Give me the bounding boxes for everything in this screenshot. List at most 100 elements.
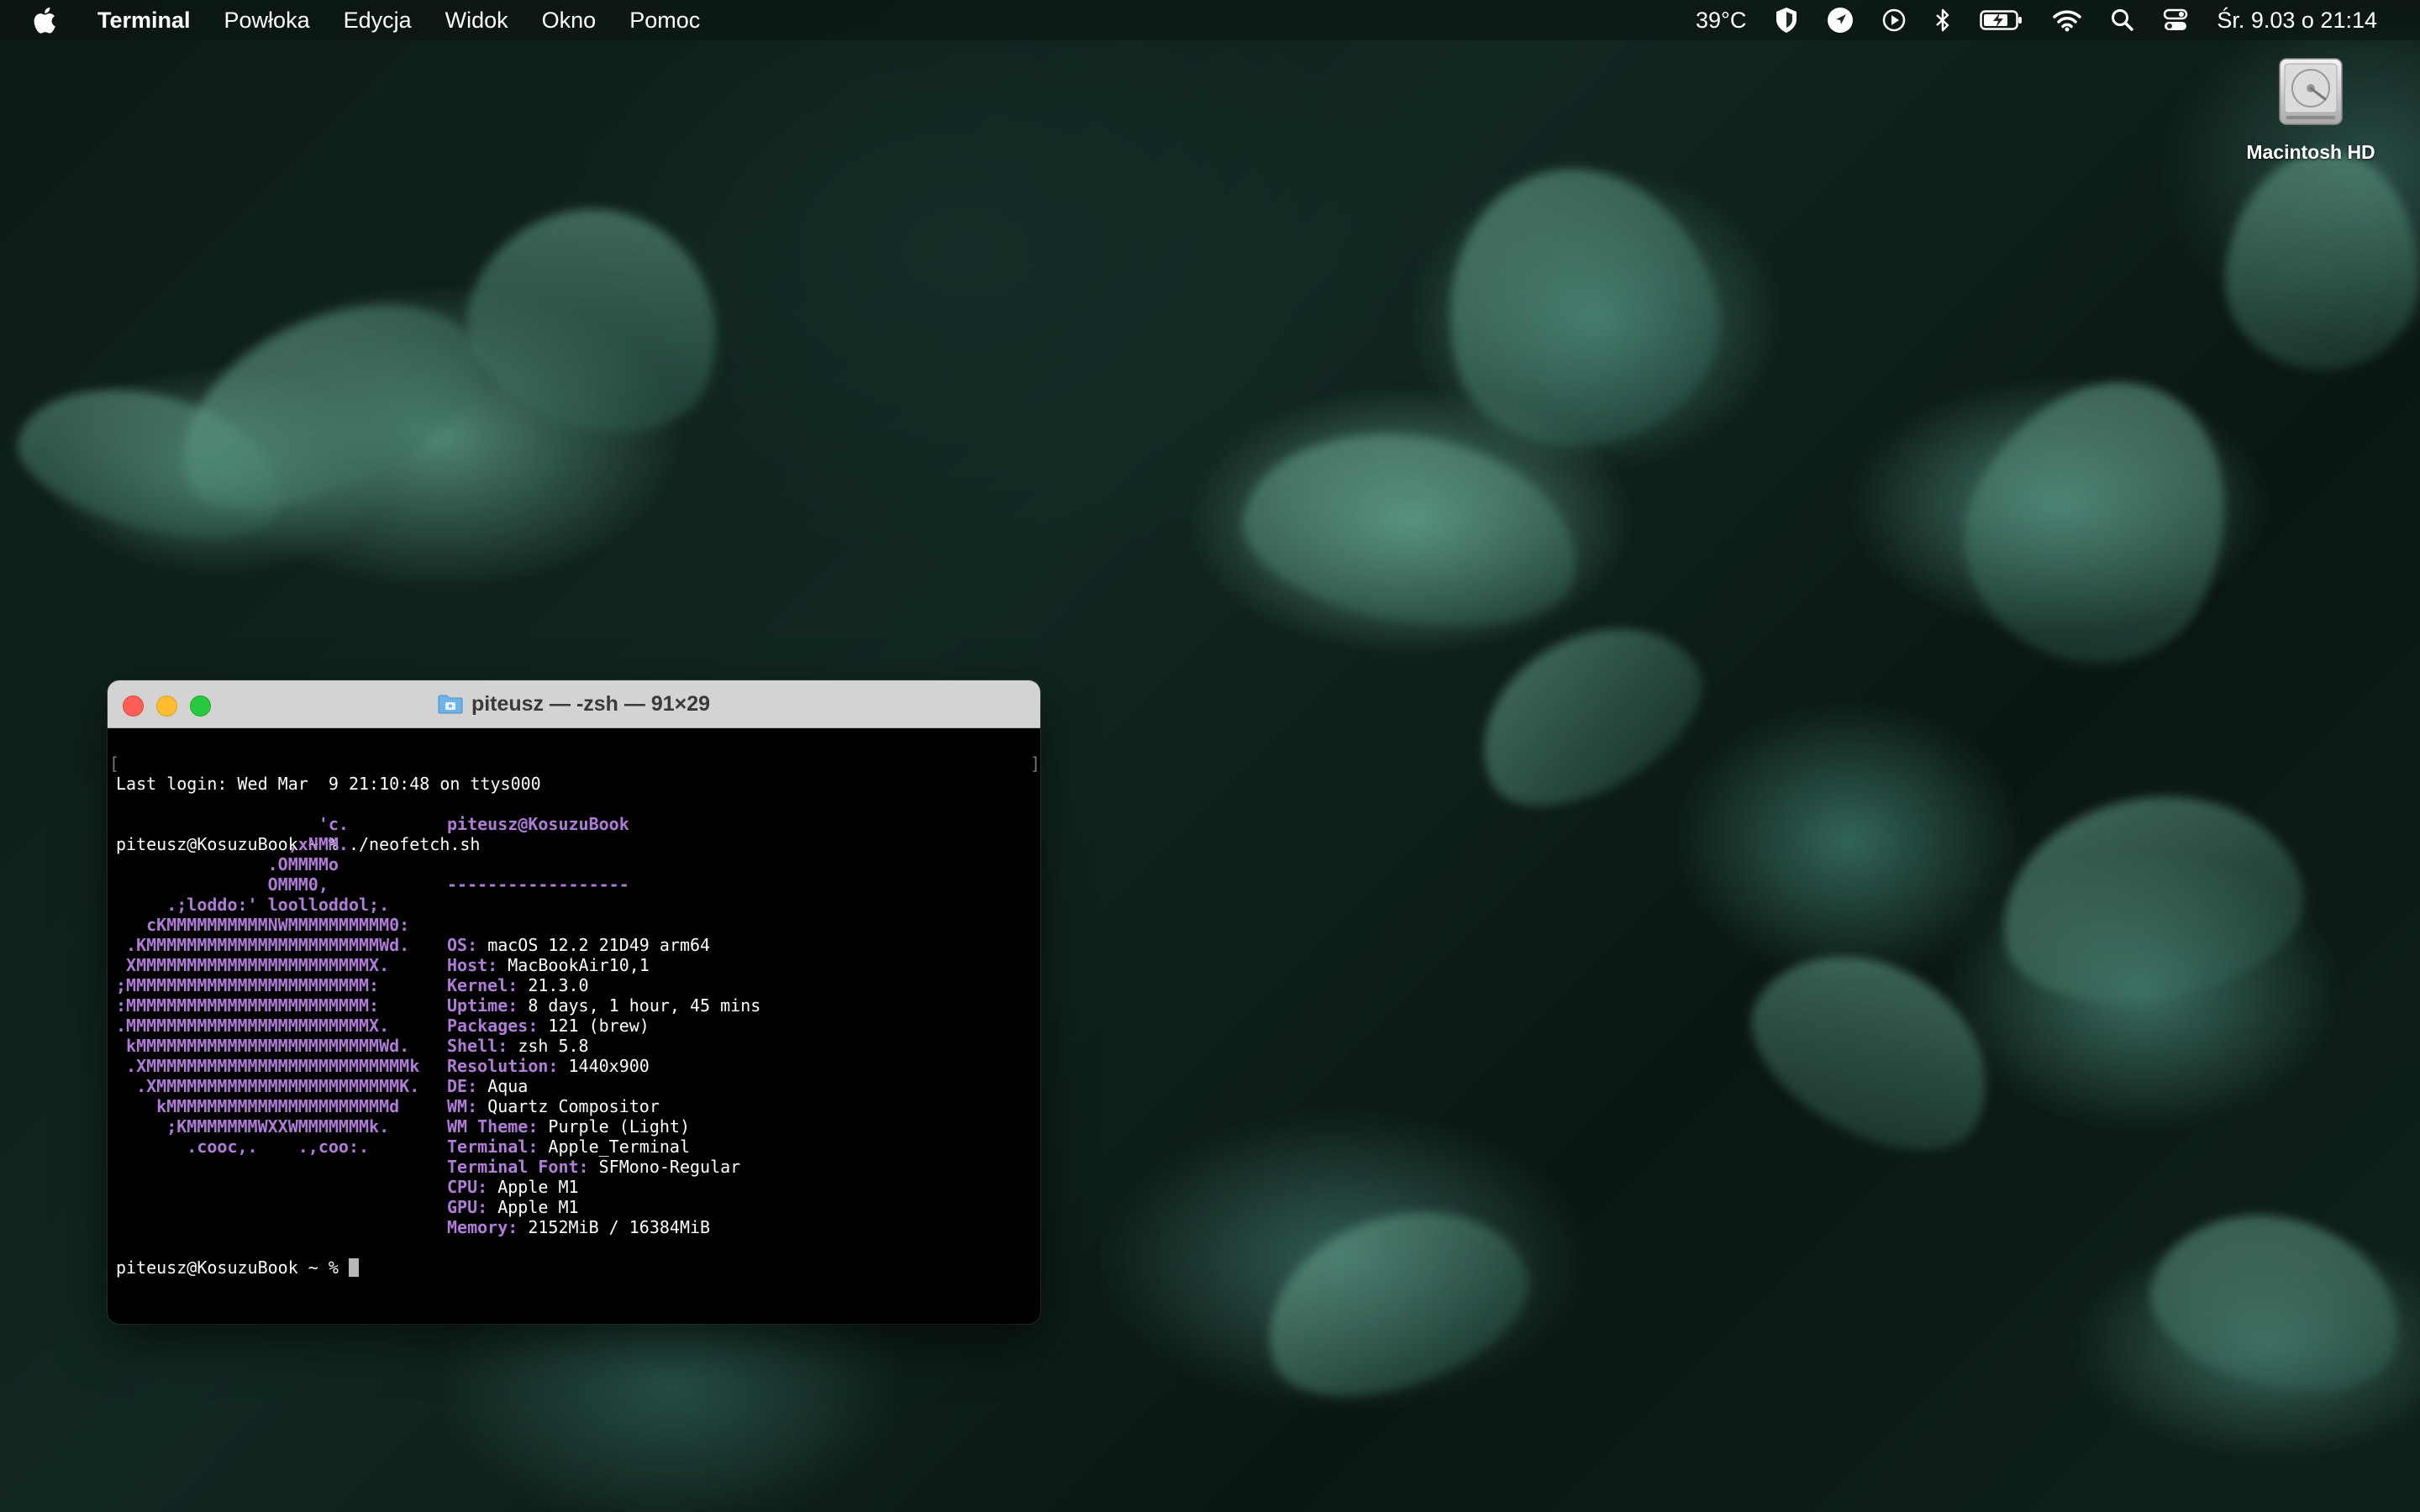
terminal-window[interactable]: piteusz — -zsh — 91×29 Last login: Wed M… [108, 680, 1040, 1324]
info-colon: : [528, 1116, 549, 1137]
info-row: Packages: 121 (brew) [447, 1016, 760, 1036]
info-value: MacBookAir10,1 [508, 955, 650, 975]
minimize-button[interactable] [156, 696, 177, 717]
menu-powloka[interactable]: Powłoka [208, 0, 327, 40]
menu-edycja[interactable]: Edycja [327, 0, 429, 40]
menu-okno[interactable]: Okno [525, 0, 613, 40]
menu-app-terminal[interactable]: Terminal [89, 0, 208, 40]
user-host: piteusz@KosuzuBook [447, 814, 629, 834]
terminal-titlebar[interactable]: piteusz — -zsh — 91×29 [108, 680, 1040, 728]
info-row: Shell: zsh 5.8 [447, 1036, 760, 1056]
temperature-status[interactable]: 39°C [1681, 0, 1760, 40]
info-key: WM Theme [447, 1116, 529, 1137]
info-colon: : [578, 1157, 599, 1177]
logo-line: ;KMMMMMMMWXXWMMMMMMMk. [116, 1116, 390, 1137]
logo-line: .;loddo:' loolloddol;. [116, 895, 390, 915]
logo-line: .OMMMMo [116, 854, 339, 874]
info-colon: : [467, 935, 488, 955]
final-prompt[interactable]: piteusz@KosuzuBook ~ % [116, 1257, 359, 1278]
logo-line: .KMMMMMMMMMMMMMMMMMMMMMMMWd. [116, 935, 410, 955]
info-key: CPU [447, 1177, 478, 1197]
info-value: SFMono-Regular [598, 1157, 741, 1177]
info-key: Host [447, 955, 488, 975]
info-value: Apple_Terminal [548, 1137, 690, 1157]
logo-line: .XMMMMMMMMMMMMMMMMMMMMMMMMK. [116, 1076, 420, 1096]
logo-line: ;MMMMMMMMMMMMMMMMMMMMMMMM: [116, 975, 380, 995]
spotlight-icon[interactable] [2096, 0, 2149, 40]
info-lines: OS: macOS 12.2 21D49 arm64 Host: MacBookA… [447, 935, 760, 1237]
logo-line: kMMMMMMMMMMMMMMMMMMMMMMd [116, 1096, 400, 1116]
info-row: Resolution: 1440x900 [447, 1056, 760, 1076]
play-icon[interactable] [1868, 0, 1920, 40]
info-row: CPU: Apple M1 [447, 1177, 760, 1197]
info-row: WM Theme: Purple (Light) [447, 1116, 760, 1137]
bluetooth-icon[interactable] [1920, 0, 1965, 40]
text-cursor [348, 1258, 359, 1277]
apple-ascii-logo: 'c. ,xNMM. .OMMMMo OMMM0, .;loddo:' lool… [116, 814, 419, 1157]
info-row: Kernel: 21.3.0 [447, 975, 760, 995]
wifi-icon[interactable] [2038, 0, 2096, 40]
info-colon: : [508, 1217, 529, 1237]
apple-icon[interactable] [30, 0, 59, 40]
info-value: Quartz Compositor [487, 1096, 660, 1116]
info-colon: : [477, 1177, 498, 1197]
logo-line: :MMMMMMMMMMMMMMMMMMMMMMMM: [116, 995, 380, 1016]
logo-line: OMMM0, [116, 874, 329, 895]
line-bracket-left: [ [109, 753, 120, 774]
info-colon: : [497, 1036, 518, 1056]
info-key: Memory [447, 1217, 508, 1237]
folder-icon [438, 695, 463, 714]
zoom-button[interactable] [190, 696, 211, 717]
neofetch-output: 'c. ,xNMM. .OMMMMo OMMM0, .;loddo:' lool… [116, 774, 760, 1237]
macintosh-hd-label: Macintosh HD [2246, 141, 2375, 163]
terminal-content[interactable]: Last login: Wed Mar 9 21:10:48 on ttys00… [108, 728, 1040, 1278]
info-key: Shell [447, 1036, 498, 1056]
final-prompt-text: piteusz@KosuzuBook ~ % [116, 1257, 349, 1278]
separator: ------------------ [447, 874, 629, 895]
info-value: Purple (Light) [548, 1116, 690, 1137]
info-row: Host: MacBookAir10,1 [447, 955, 760, 975]
shield-icon[interactable] [1760, 0, 1812, 40]
menubar-clock[interactable]: Śr. 9.03 o 21:14 [2202, 0, 2391, 40]
logo-line: cKMMMMMMMMMMNWMMMMMMMMMM0: [116, 915, 410, 935]
info-key: Packages [447, 1016, 529, 1036]
info-key: GPU [447, 1197, 478, 1217]
control-center-icon[interactable] [2149, 0, 2202, 40]
menu-pomoc[interactable]: Pomoc [613, 0, 717, 40]
info-key: Uptime [447, 995, 508, 1016]
close-button[interactable] [123, 696, 144, 717]
logo-line: .MMMMMMMMMMMMMMMMMMMMMMMMX. [116, 1016, 390, 1036]
info-row: OS: macOS 12.2 21D49 arm64 [447, 935, 760, 955]
window-title-text: piteusz — -zsh — 91×29 [471, 691, 711, 716]
wallpaper-leaf [1229, 408, 1594, 650]
wallpaper-leaf [2133, 1188, 2420, 1416]
info-key: Terminal [447, 1137, 529, 1157]
system-info: piteusz@KosuzuBook ------------------ OS… [447, 774, 760, 1324]
info-key: DE [447, 1076, 468, 1096]
info-row: Terminal Font: SFMono-Regular [447, 1157, 760, 1177]
info-colon: : [528, 1137, 549, 1157]
info-value: 21.3.0 [528, 975, 589, 995]
info-key: OS [447, 935, 468, 955]
logo-line: 'c. [116, 814, 349, 834]
window-title: piteusz — -zsh — 91×29 [438, 692, 710, 717]
info-colon: : [508, 975, 529, 995]
info-row: Uptime: 8 days, 1 hour, 45 mins [447, 995, 760, 1016]
info-value: Apple M1 [497, 1177, 579, 1197]
info-row: WM: Quartz Compositor [447, 1096, 760, 1116]
info-key: Terminal Font [447, 1157, 579, 1177]
location-icon[interactable] [1812, 0, 1868, 40]
macintosh-hd-desktop-icon[interactable]: Macintosh HD [2218, 54, 2403, 180]
info-row: DE: Aqua [447, 1076, 760, 1096]
info-key: Kernel [447, 975, 508, 995]
info-colon: : [548, 1056, 569, 1076]
info-value: Aqua [487, 1076, 529, 1096]
hard-drive-icon[interactable] [2275, 55, 2347, 128]
battery-icon[interactable] [1965, 0, 2038, 40]
info-key: Resolution [447, 1056, 549, 1076]
info-row: Memory: 2152MiB / 16384MiB [447, 1217, 760, 1237]
menu-widok[interactable]: Widok [429, 0, 525, 40]
info-row: GPU: Apple M1 [447, 1197, 760, 1217]
info-colon: : [467, 1076, 488, 1096]
